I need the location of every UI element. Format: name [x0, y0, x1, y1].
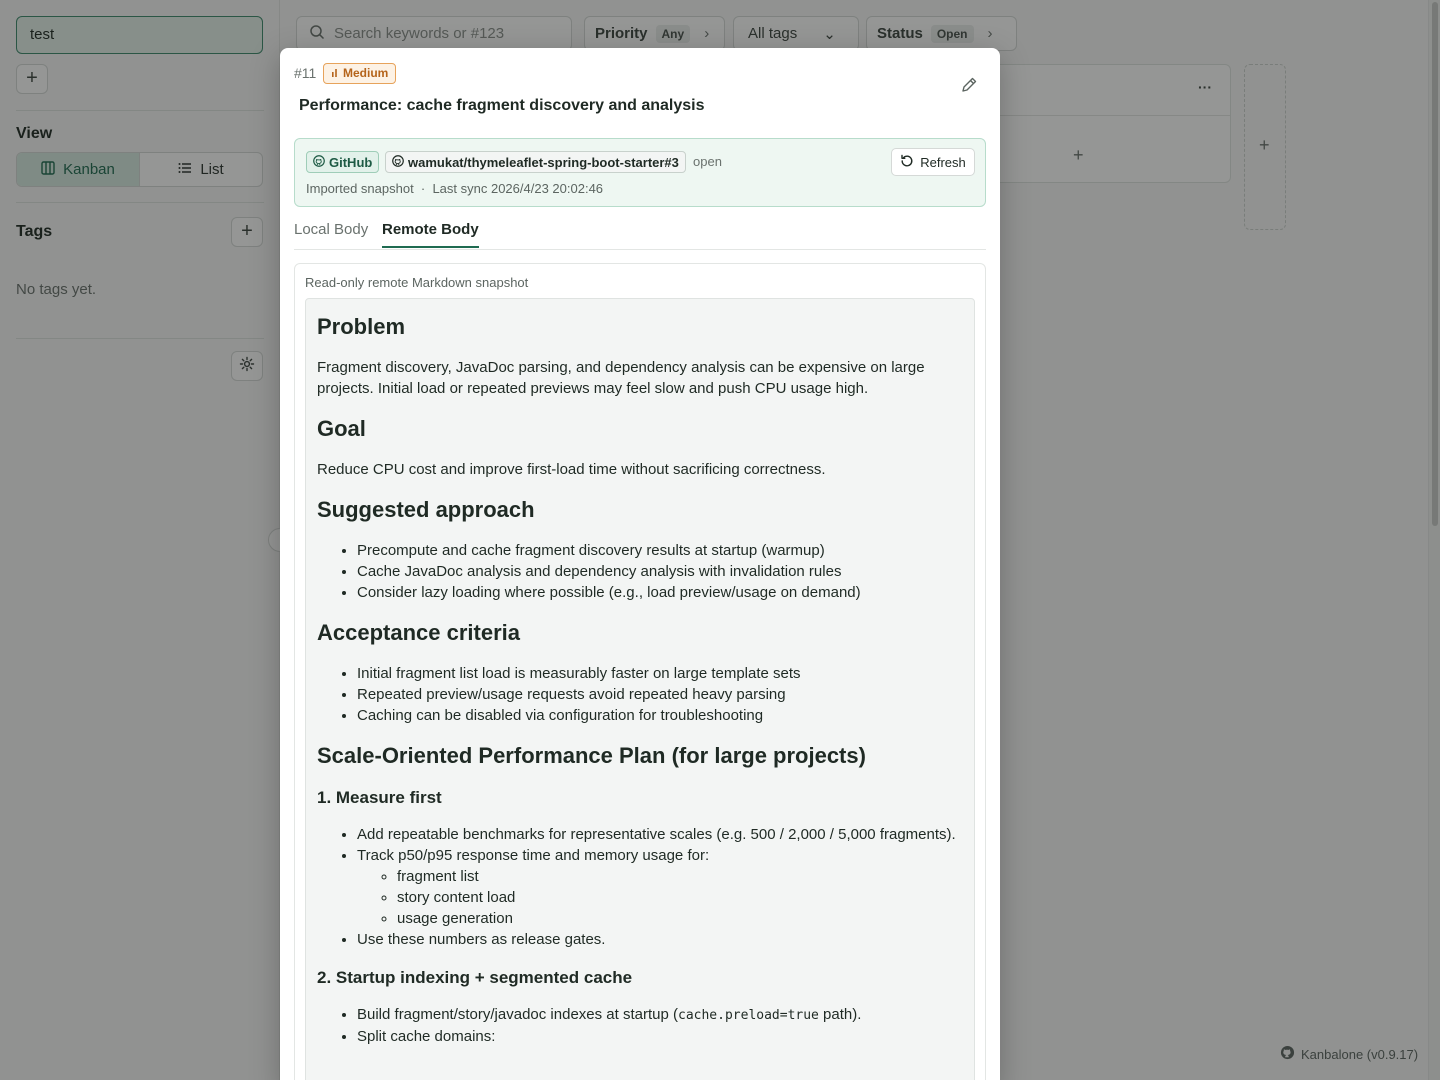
priority-badge: Medium	[323, 63, 397, 84]
repo-link-label: wamukat/thymeleaflet-spring-boot-starter…	[408, 154, 679, 170]
md-heading: Problem	[317, 314, 406, 339]
list-item: Cache JavaDoc analysis and dependency an…	[357, 561, 963, 582]
source-chip[interactable]: GitHub	[306, 151, 380, 173]
md-list: Initial fragment list load is measurably…	[357, 663, 963, 726]
list-item: Split cache domains:	[357, 1026, 963, 1047]
list-item: Repeated preview/usage requests avoid re…	[357, 684, 963, 705]
repo-link-chip[interactable]: wamukat/thymeleaflet-spring-boot-starter…	[385, 151, 686, 173]
list-item: Initial fragment list load is measurably…	[357, 663, 963, 684]
signal-icon	[331, 64, 339, 83]
list-item-text: path).	[818, 1006, 862, 1023]
remote-state: open	[693, 154, 722, 169]
refresh-label: Refresh	[920, 154, 966, 170]
remote-body-label: Read-only remote Markdown snapshot	[305, 275, 529, 290]
issue-title: Performance: cache fragment discovery an…	[299, 97, 705, 114]
md-list: Add repeatable benchmarks for representa…	[357, 824, 963, 950]
md-heading: Goal	[317, 416, 366, 441]
markdown-snapshot: Problem Fragment discovery, JavaDoc pars…	[305, 298, 975, 1080]
md-sublist: fragment list story content load usage g…	[397, 866, 963, 929]
tab-remote-body[interactable]: Remote Body	[382, 221, 479, 248]
refresh-button[interactable]: Refresh	[891, 148, 975, 176]
md-list: Build fragment/story/javadoc indexes at …	[357, 1004, 963, 1047]
issue-number: #11	[294, 65, 317, 81]
list-item: Caching can be disabled via configuratio…	[357, 705, 963, 726]
remote-body-panel: Read-only remote Markdown snapshot Probl…	[294, 263, 986, 1080]
md-heading: Scale-Oriented Performance Plan (for lar…	[317, 743, 866, 768]
list-item: Add repeatable benchmarks for representa…	[357, 824, 963, 845]
list-item: Use these numbers as release gates.	[357, 929, 963, 950]
tab-local-body[interactable]: Local Body	[294, 221, 368, 246]
list-item: Track p50/p95 response time and memory u…	[357, 845, 963, 929]
md-list: Precompute and cache fragment discovery …	[357, 540, 963, 603]
md-paragraph: Fragment discovery, JavaDoc parsing, and…	[317, 359, 925, 397]
md-subheading: 2. Startup indexing + segmented cache	[317, 968, 633, 987]
list-item-text: Build fragment/story/javadoc indexes at …	[357, 1006, 678, 1023]
source-chip-label: GitHub	[329, 154, 373, 170]
edit-button[interactable]	[960, 76, 984, 100]
md-heading: Acceptance criteria	[317, 620, 520, 645]
pencil-icon	[960, 77, 978, 98]
body-tabs: Local Body Remote Body	[294, 218, 986, 250]
inline-code: cache.preload=true	[678, 1008, 819, 1023]
priority-badge-label: Medium	[343, 66, 389, 80]
github-icon	[313, 154, 325, 170]
md-paragraph: Reduce CPU cost and improve first-load t…	[317, 461, 826, 478]
list-item: fragment list	[397, 866, 963, 887]
list-item: Build fragment/story/javadoc indexes at …	[357, 1004, 963, 1026]
sync-meta: Imported snapshot · Last sync 2026/4/23 …	[306, 181, 604, 196]
refresh-icon	[900, 154, 914, 171]
md-heading: Suggested approach	[317, 497, 535, 522]
list-item: usage generation	[397, 908, 963, 929]
list-item: Precompute and cache fragment discovery …	[357, 540, 963, 561]
md-subheading: 1. Measure first	[317, 788, 442, 807]
list-item: Consider lazy loading where possible (e.…	[357, 582, 963, 603]
list-item-text: Track p50/p95 response time and memory u…	[357, 847, 710, 864]
remote-sync-box: GitHub wamukat/thymeleaflet-spring-boot-…	[294, 138, 986, 207]
issue-detail-modal: #11 Medium Performance: cache fragment d…	[280, 48, 1000, 1080]
list-item: story content load	[397, 887, 963, 908]
github-icon	[392, 154, 404, 170]
